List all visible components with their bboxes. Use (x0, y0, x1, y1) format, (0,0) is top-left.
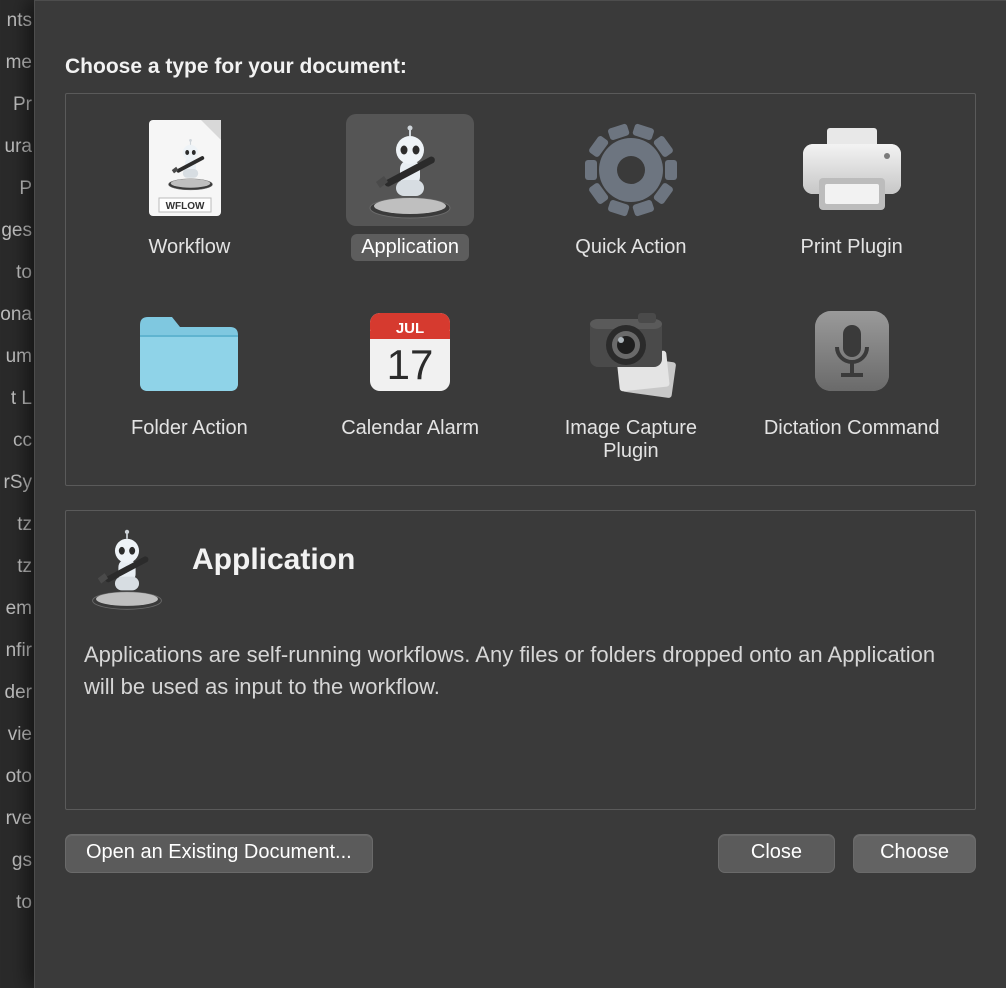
background-list-item: me (0, 42, 34, 84)
background-list-item: rSy (0, 462, 34, 504)
description-title: Application (192, 543, 355, 577)
background-list-item: der (0, 672, 34, 714)
background-list-item: um (0, 336, 34, 378)
document-type-workflow[interactable]: WFLOW Workflow (84, 108, 295, 261)
svg-text:WFLOW: WFLOW (166, 201, 205, 212)
background-list-item: P (0, 168, 34, 210)
automator-app-icon (346, 114, 474, 226)
background-list-item: to (0, 882, 34, 924)
background-list-item: Pr (0, 84, 34, 126)
background-list-item: vie (0, 714, 34, 756)
folder-icon (125, 295, 253, 407)
background-list-item: nfir (0, 630, 34, 672)
document-type-dictation-command[interactable]: Dictation Command (746, 289, 957, 465)
document-type-calendar-alarm[interactable]: JUL 17 Calendar Alarm (305, 289, 516, 465)
background-list-item: nts (0, 0, 34, 42)
camera-icon (567, 295, 695, 407)
document-type-label: Folder Action (121, 415, 258, 442)
background-list-item: to (0, 252, 34, 294)
open-existing-button[interactable]: Open an Existing Document... (65, 834, 373, 873)
background-list-item: tz (0, 546, 34, 588)
printer-icon (788, 114, 916, 226)
document-type-quick-action[interactable]: Quick Action (526, 108, 737, 261)
background-list-item: em (0, 588, 34, 630)
document-type-label: Calendar Alarm (331, 415, 489, 442)
button-row: Open an Existing Document... Close Choos… (65, 834, 976, 873)
workflow-icon: WFLOW (125, 114, 253, 226)
close-button[interactable]: Close (718, 834, 835, 873)
document-type-label: Workflow (138, 234, 240, 261)
new-document-sheet: Choose a type for your document: WFLOW W… (34, 0, 1006, 988)
gear-icon (567, 114, 695, 226)
automator-app-icon (84, 525, 170, 611)
microphone-icon (788, 295, 916, 407)
document-type-application[interactable]: Application (305, 108, 516, 261)
background-list-item: t L (0, 378, 34, 420)
document-type-image-capture-plugin[interactable]: Image Capture Plugin (526, 289, 737, 465)
background-list-item: cc (0, 420, 34, 462)
background-sidebar: ntsmePruraPgestoonaumt LccrSytztzemnfird… (0, 0, 35, 988)
background-list-item: tz (0, 504, 34, 546)
document-type-print-plugin[interactable]: Print Plugin (746, 108, 957, 261)
sheet-heading: Choose a type for your document: (65, 55, 976, 79)
description-panel: Application Applications are self-runnin… (65, 510, 976, 810)
document-type-label: Quick Action (565, 234, 696, 261)
document-types-panel: WFLOW Workflow Application Quick Action (65, 93, 976, 486)
background-list-item: rve (0, 798, 34, 840)
background-list-item: ges (0, 210, 34, 252)
background-list-item: oto (0, 756, 34, 798)
background-list-item: ona (0, 294, 34, 336)
background-list-item: ura (0, 126, 34, 168)
svg-text:JUL: JUL (396, 320, 424, 337)
calendar-icon: JUL 17 (346, 295, 474, 407)
document-type-label: Application (351, 234, 469, 261)
document-types-grid: WFLOW Workflow Application Quick Action (84, 108, 957, 465)
document-type-label: Print Plugin (790, 234, 912, 261)
svg-text:17: 17 (387, 341, 434, 388)
description-body: Applications are self-running workflows.… (84, 639, 957, 703)
document-type-label: Image Capture Plugin (526, 415, 737, 465)
background-list-item: gs (0, 840, 34, 882)
document-type-folder-action[interactable]: Folder Action (84, 289, 295, 465)
choose-button[interactable]: Choose (853, 834, 976, 873)
document-type-label: Dictation Command (754, 415, 950, 442)
